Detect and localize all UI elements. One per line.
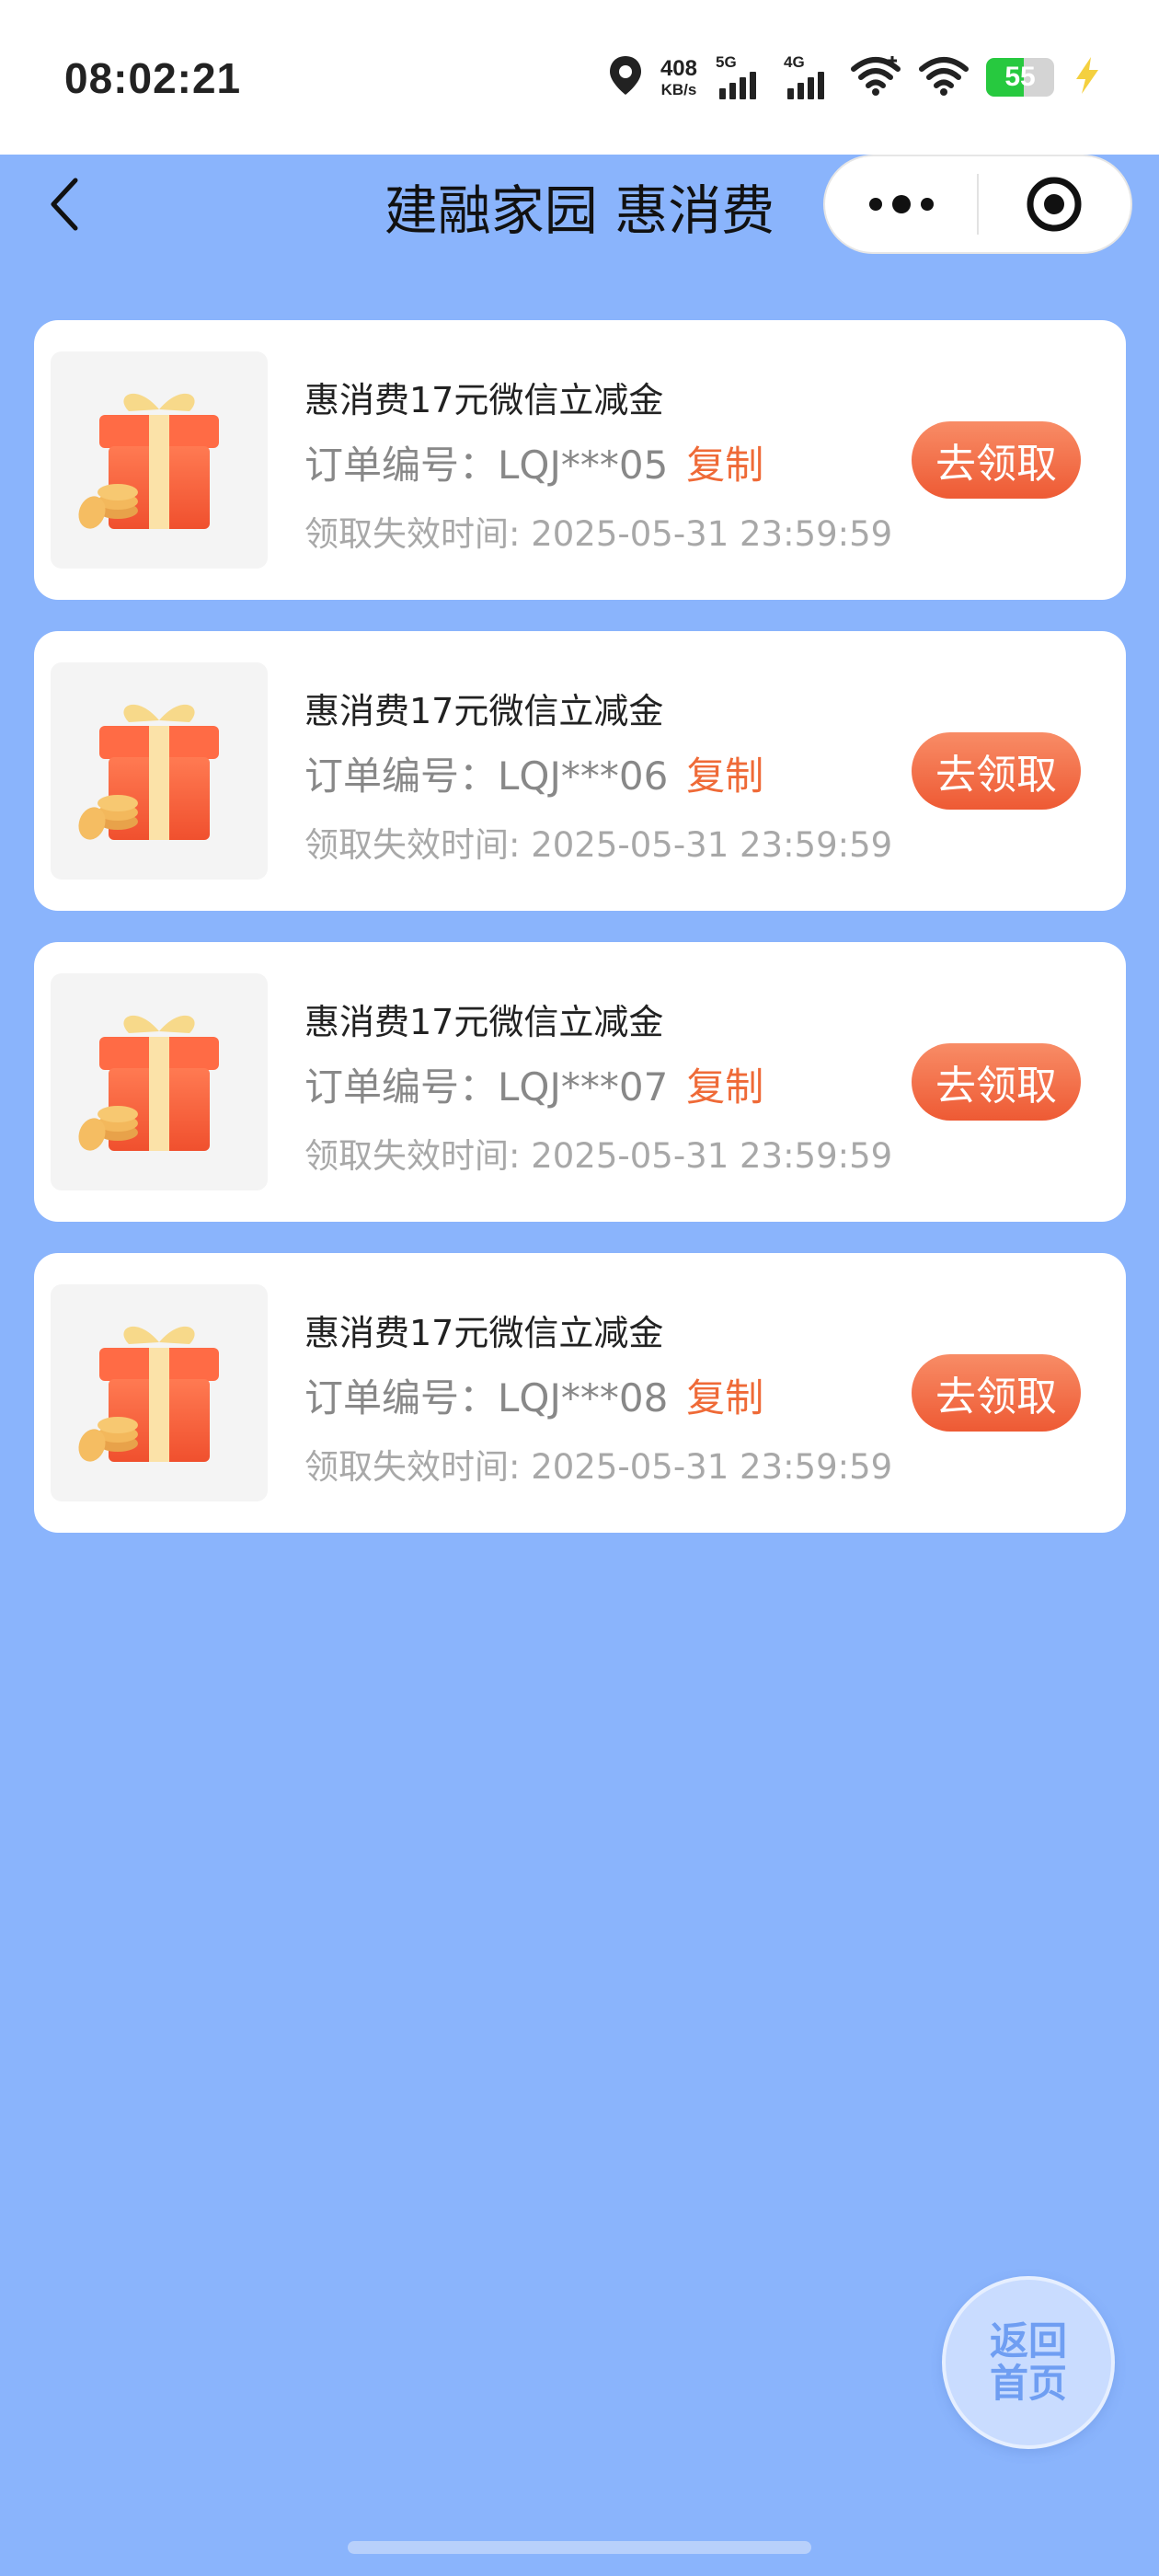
net-speed: 408 KB/s: [660, 55, 697, 98]
sim1-label: 5G: [716, 53, 737, 71]
claim-button[interactable]: 去领取: [912, 421, 1081, 499]
back-button[interactable]: [37, 171, 92, 237]
target-circle-icon: [1027, 177, 1082, 232]
return-home-button[interactable]: 返回 首页: [942, 2276, 1115, 2449]
coupon-card: 惠消费17元微信立减金 订单编号：LQJ***08 复制 领取失效时间: 202…: [34, 1253, 1126, 1533]
location-pin-icon: [607, 54, 644, 100]
gift-box-with-coins-icon: [51, 1284, 268, 1501]
coupon-title: 惠消费17元微信立减金: [304, 1002, 664, 1042]
coupon-title: 惠消费17元微信立减金: [304, 1313, 664, 1353]
signal-4g-icon: 4G: [782, 53, 833, 101]
wifi-icon: [918, 54, 970, 100]
order-number-text: 订单编号：LQJ***07: [304, 1064, 669, 1110]
copy-link[interactable]: 复制: [686, 1367, 763, 1423]
expire-time: 领取失效时间: 2025-05-31 23:59:59: [304, 1136, 893, 1176]
wifi-icon: [850, 54, 901, 100]
chevron-left-icon: [51, 178, 78, 231]
order-number-text: 订单编号：LQJ***06: [304, 753, 669, 799]
battery-level: 55: [1004, 62, 1036, 92]
net-speed-value: 408: [660, 55, 697, 81]
close-miniprogram-button[interactable]: [979, 156, 1130, 252]
more-button[interactable]: [825, 156, 977, 252]
gift-box-with-coins-icon: [51, 662, 268, 880]
return-home-line1: 返回: [989, 2318, 1067, 2363]
copy-link[interactable]: 复制: [686, 434, 763, 490]
battery-icon: 55: [986, 58, 1054, 97]
order-number: 订单编号：LQJ***07 复制: [304, 1056, 763, 1112]
claim-button[interactable]: 去领取: [912, 732, 1081, 810]
gift-box-with-coins-icon: [51, 973, 268, 1190]
order-number-text: 订单编号：LQJ***08: [304, 1375, 669, 1420]
net-speed-unit: KB/s: [660, 80, 697, 98]
sim2-label: 4G: [784, 53, 805, 71]
status-bar: 08:02:21 408 KB/s 5G 4G 55: [0, 0, 1159, 155]
expire-time: 领取失效时间: 2025-05-31 23:59:59: [304, 1447, 893, 1487]
coupon-card: 惠消费17元微信立减金 订单编号：LQJ***06 复制 领取失效时间: 202…: [34, 631, 1126, 911]
expire-time: 领取失效时间: 2025-05-31 23:59:59: [304, 825, 893, 865]
more-dots-icon: [868, 195, 934, 213]
status-icons: 408 KB/s 5G 4G 55: [607, 52, 1102, 103]
expire-time: 领取失效时间: 2025-05-31 23:59:59: [304, 514, 893, 554]
coupon-list: 惠消费17元微信立减金 订单编号：LQJ***05 复制 领取失效时间: 202…: [34, 320, 1126, 1564]
order-number: 订单编号：LQJ***08 复制: [304, 1367, 763, 1423]
coupon-title: 惠消费17元微信立减金: [304, 691, 664, 731]
coupon-card: 惠消费17元微信立减金 订单编号：LQJ***05 复制 领取失效时间: 202…: [34, 320, 1126, 600]
status-time: 08:02:21: [64, 54, 242, 102]
claim-button[interactable]: 去领取: [912, 1354, 1081, 1432]
copy-link[interactable]: 复制: [686, 745, 763, 801]
coupon-title: 惠消费17元微信立减金: [304, 380, 664, 420]
order-number-text: 订单编号：LQJ***05: [304, 443, 669, 488]
copy-link[interactable]: 复制: [686, 1056, 763, 1112]
order-number: 订单编号：LQJ***06 复制: [304, 745, 763, 801]
coupon-card: 惠消费17元微信立减金 订单编号：LQJ***07 复制 领取失效时间: 202…: [34, 942, 1126, 1222]
return-home-line2: 首页: [989, 2361, 1067, 2406]
home-indicator[interactable]: [348, 2541, 811, 2554]
order-number: 订单编号：LQJ***05 复制: [304, 434, 763, 490]
miniprogram-capsule: [823, 155, 1132, 254]
page-title: 建融家园 惠消费: [384, 179, 775, 242]
charging-bolt-icon: [1071, 55, 1102, 99]
claim-button[interactable]: 去领取: [912, 1043, 1081, 1121]
gift-box-with-coins-icon: [51, 351, 268, 569]
signal-5g-icon: 5G: [714, 53, 765, 101]
